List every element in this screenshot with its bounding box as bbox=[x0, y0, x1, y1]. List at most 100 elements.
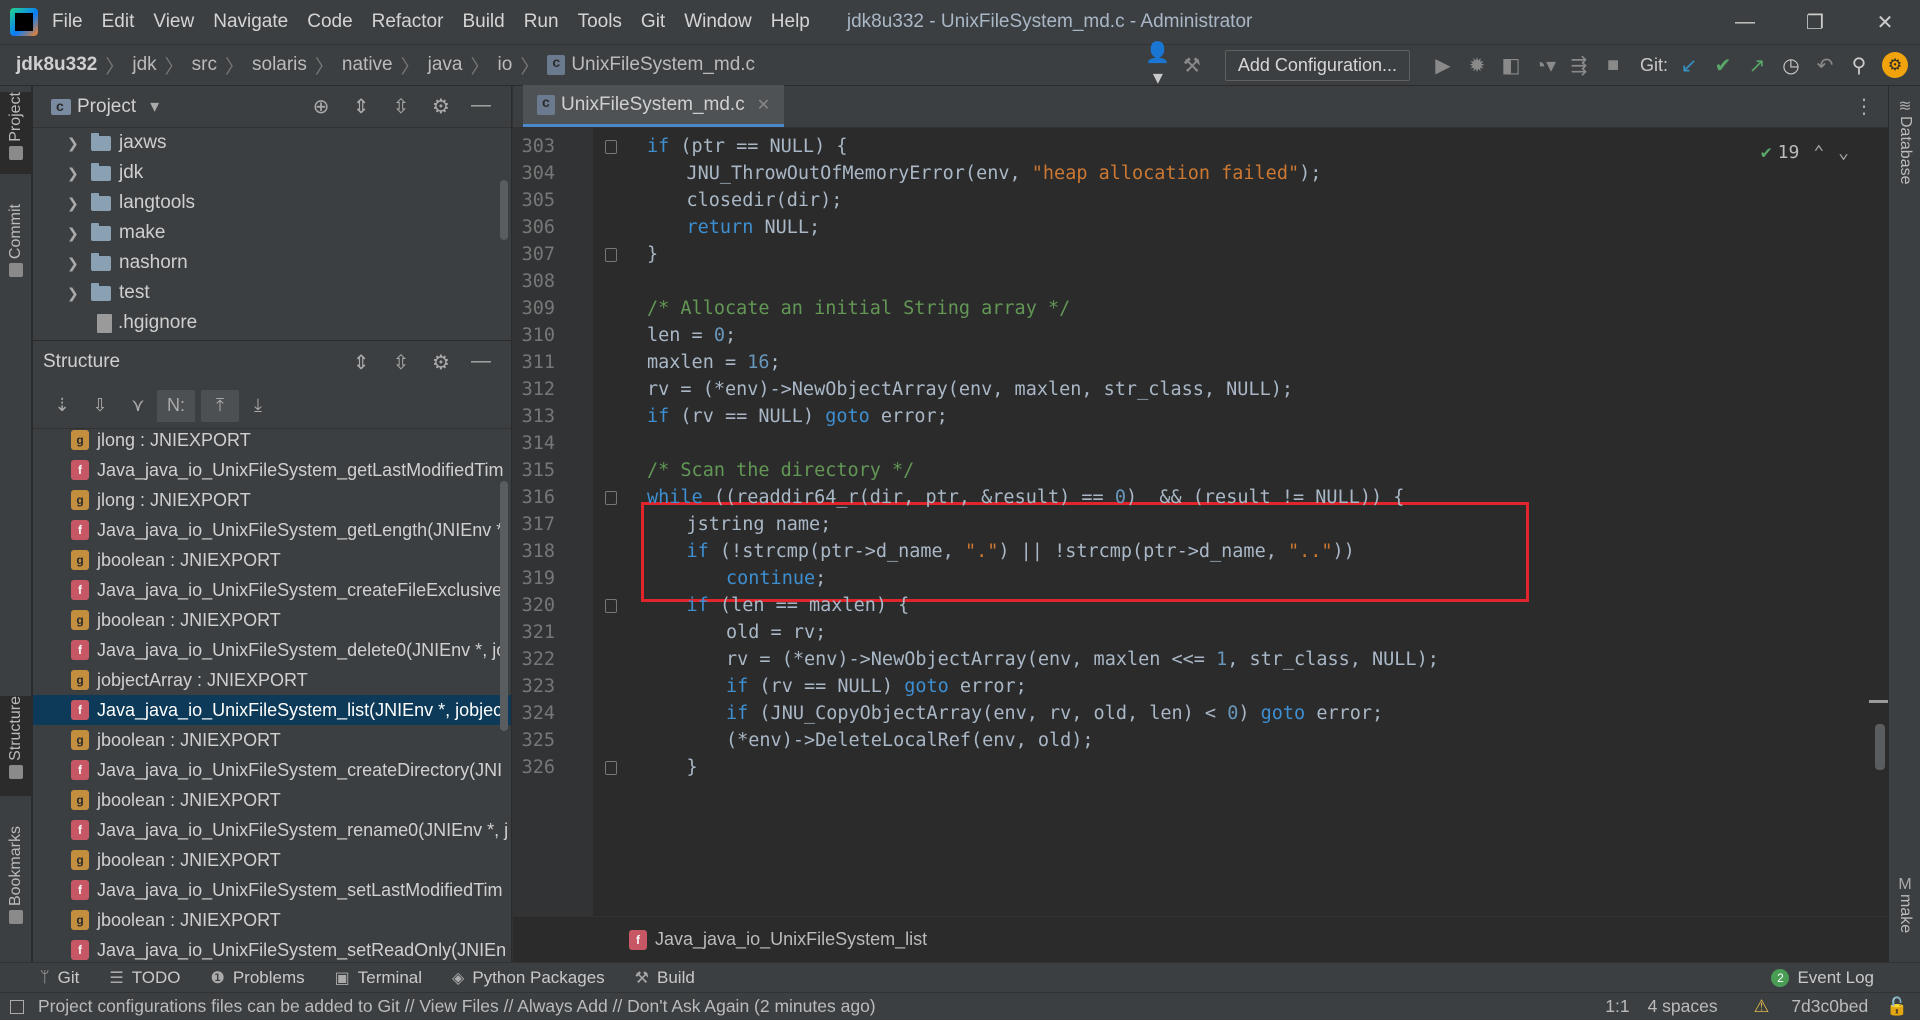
code-area[interactable]: ✔ 19 ⌃ ⌄ 303 if (ptr == NULL) {304 JNU_Thr… bbox=[513, 128, 1889, 916]
tool-tab-build[interactable]: ⚒ Build bbox=[635, 968, 695, 988]
menu-item-navigate[interactable]: Navigate bbox=[213, 11, 288, 33]
tree-item[interactable]: ❯ test bbox=[33, 278, 511, 308]
indent-setting[interactable]: 4 spaces bbox=[1648, 996, 1718, 1017]
minimize-icon[interactable]: — bbox=[1710, 11, 1780, 34]
structure-item[interactable]: f Java_java_io_UnixFileSystem_setLastModi… bbox=[33, 875, 511, 905]
show-fields-icon[interactable]: N: bbox=[157, 389, 195, 422]
tree-item[interactable]: ❯ langtools bbox=[33, 188, 511, 218]
structure-item[interactable]: g jobjectArray : JNIEXPORT bbox=[33, 665, 511, 695]
breadcrumb-item[interactable]: io bbox=[498, 54, 513, 76]
structure-item[interactable]: g jboolean : JNIEXPORT bbox=[33, 605, 511, 635]
chevron-right-icon[interactable]: ❯ bbox=[67, 165, 85, 182]
search-icon[interactable]: ⚲ bbox=[1842, 53, 1876, 78]
project-tool-tab[interactable]: Project bbox=[0, 92, 32, 174]
fold-marker-icon[interactable] bbox=[605, 140, 617, 154]
ide-update-icon[interactable]: ⚙ bbox=[1882, 52, 1908, 78]
breadcrumb-item[interactable]: jdk bbox=[132, 54, 156, 76]
breadcrumb-item[interactable]: src bbox=[192, 54, 217, 76]
autoscroll-to-source-icon[interactable]: ⤒ bbox=[201, 389, 239, 422]
structure-item[interactable]: f Java_java_io_UnixFileSystem_list(JNIEnv… bbox=[33, 695, 511, 725]
chevron-right-icon[interactable]: ❯ bbox=[67, 225, 85, 242]
fold-marker-icon[interactable] bbox=[605, 761, 617, 775]
editor-breadcrumb[interactable]: f Java_java_io_UnixFileSystem_list bbox=[513, 916, 1889, 962]
menu-item-edit[interactable]: Edit bbox=[102, 11, 135, 33]
project-scrollbar[interactable] bbox=[500, 180, 508, 240]
expand-all-icon[interactable]: ⇕ bbox=[341, 94, 381, 119]
sort-alpha-icon[interactable]: ⇣ bbox=[43, 390, 81, 422]
history-icon[interactable]: ◷ bbox=[1774, 53, 1808, 78]
tool-tab-problems[interactable]: ❶ Problems bbox=[211, 968, 305, 988]
structure-item[interactable]: f Java_java_io_UnixFileSystem_setReadOnly… bbox=[33, 935, 511, 963]
chevron-right-icon[interactable]: ❯ bbox=[67, 135, 85, 152]
structure-item[interactable]: g jlong : JNIEXPORT bbox=[33, 425, 511, 455]
close-tab-icon[interactable]: ✕ bbox=[757, 95, 770, 115]
make-tool-tab[interactable]: M make bbox=[1889, 876, 1920, 933]
restore-icon[interactable]: ❐ bbox=[1780, 10, 1850, 35]
structure-item[interactable]: f Java_java_io_UnixFileSystem_delete0(JNI… bbox=[33, 635, 511, 665]
menu-item-code[interactable]: Code bbox=[307, 11, 352, 33]
structure-item[interactable]: g jboolean : JNIEXPORT bbox=[33, 845, 511, 875]
rollback-icon[interactable]: ↶ bbox=[1808, 53, 1842, 78]
structure-item[interactable]: g jboolean : JNIEXPORT bbox=[33, 905, 511, 935]
chevron-right-icon[interactable]: ❯ bbox=[67, 285, 85, 302]
structure-item[interactable]: f Java_java_io_UnixFileSystem_createFileE… bbox=[33, 575, 511, 605]
tool-tab-terminal[interactable]: ▣ Terminal bbox=[335, 968, 422, 988]
coverage-icon[interactable]: ◧ bbox=[1494, 53, 1528, 78]
menu-item-refactor[interactable]: Refactor bbox=[372, 11, 444, 33]
project-panel-title[interactable]: Project bbox=[77, 96, 136, 118]
breadcrumb-item[interactable]: jdk8u332 bbox=[16, 54, 97, 76]
build-hammer-icon[interactable]: ⚒ bbox=[1175, 53, 1209, 78]
caret-position[interactable]: 1:1 bbox=[1605, 996, 1629, 1017]
tool-tab-python-packages[interactable]: ◈ Python Packages bbox=[452, 968, 605, 988]
structure-item[interactable]: f Java_java_io_UnixFileSystem_getLastModi… bbox=[33, 455, 511, 485]
structure-item[interactable]: f Java_java_io_UnixFileSystem_getLength(J… bbox=[33, 515, 511, 545]
git-update-icon[interactable]: ↙ bbox=[1672, 53, 1706, 78]
more-icon[interactable]: ⋮ bbox=[1840, 94, 1888, 119]
fold-marker-icon[interactable] bbox=[605, 599, 617, 613]
expand-all-icon[interactable]: ⇕ bbox=[341, 350, 381, 375]
structure-item[interactable]: f Java_java_io_UnixFileSystem_rename0(JNI… bbox=[33, 815, 511, 845]
user-icon[interactable]: 👤▾ bbox=[1141, 40, 1175, 90]
close-icon[interactable]: ✕ bbox=[1850, 10, 1920, 35]
menu-item-git[interactable]: Git bbox=[641, 11, 665, 33]
menu-item-window[interactable]: Window bbox=[684, 11, 752, 33]
hide-icon[interactable]: — bbox=[461, 350, 501, 375]
gear-icon[interactable]: ⚙ bbox=[421, 350, 461, 375]
menu-item-file[interactable]: File bbox=[52, 11, 83, 33]
breadcrumb-item[interactable]: java bbox=[428, 54, 463, 76]
git-commit-icon[interactable]: ✔ bbox=[1706, 53, 1740, 78]
menu-item-build[interactable]: Build bbox=[462, 11, 504, 33]
event-log-button[interactable]: 2 Event Log bbox=[1771, 968, 1874, 988]
menu-item-help[interactable]: Help bbox=[771, 11, 810, 33]
menu-item-view[interactable]: View bbox=[153, 11, 194, 33]
sort-type-icon[interactable]: ⇩ bbox=[81, 390, 119, 422]
collapse-all-icon[interactable]: ⇳ bbox=[381, 350, 421, 375]
tree-item[interactable]: ❯ nashorn bbox=[33, 248, 511, 278]
filter-icon[interactable]: ⋎ bbox=[119, 390, 157, 422]
structure-scrollbar[interactable] bbox=[500, 481, 508, 731]
structure-item[interactable]: g jboolean : JNIEXPORT bbox=[33, 785, 511, 815]
menu-item-run[interactable]: Run bbox=[524, 11, 559, 33]
structure-item[interactable]: f Java_java_io_UnixFileSystem_createDirec… bbox=[33, 755, 511, 785]
collapse-all-icon[interactable]: ⇳ bbox=[381, 94, 421, 119]
breadcrumb-item[interactable]: native bbox=[342, 54, 393, 76]
commit-tool-tab[interactable]: Commit bbox=[0, 204, 32, 294]
chevron-down-icon[interactable]: ▾ bbox=[150, 96, 159, 117]
menu-item-tools[interactable]: Tools bbox=[578, 11, 622, 33]
structure-item[interactable]: g jboolean : JNIEXPORT bbox=[33, 725, 511, 755]
tree-item[interactable]: ❯ jaxws bbox=[33, 128, 511, 158]
tree-item[interactable]: ❯ make bbox=[33, 218, 511, 248]
gear-icon[interactable]: ⚙ bbox=[421, 94, 461, 119]
vcs-branch[interactable]: ⚠ 7d3c0bed bbox=[1736, 996, 1869, 1017]
breadcrumb-item[interactable]: solaris bbox=[252, 54, 307, 76]
tree-item[interactable]: .hgignore bbox=[33, 308, 511, 338]
add-configuration-button[interactable]: Add Configuration... bbox=[1224, 49, 1410, 81]
chevron-right-icon[interactable]: ❯ bbox=[67, 195, 85, 212]
tool-tab-git[interactable]: ᛘ Git bbox=[40, 968, 79, 988]
debug-icon[interactable]: ✹ bbox=[1460, 53, 1494, 78]
stop-icon[interactable]: ■ bbox=[1596, 54, 1630, 77]
lock-icon[interactable]: 🔓 bbox=[1886, 996, 1908, 1017]
structure-item[interactable]: g jlong : JNIEXPORT bbox=[33, 485, 511, 515]
tree-item[interactable]: ❯ jdk bbox=[33, 158, 511, 188]
locate-icon[interactable]: ⊕ bbox=[301, 94, 341, 119]
